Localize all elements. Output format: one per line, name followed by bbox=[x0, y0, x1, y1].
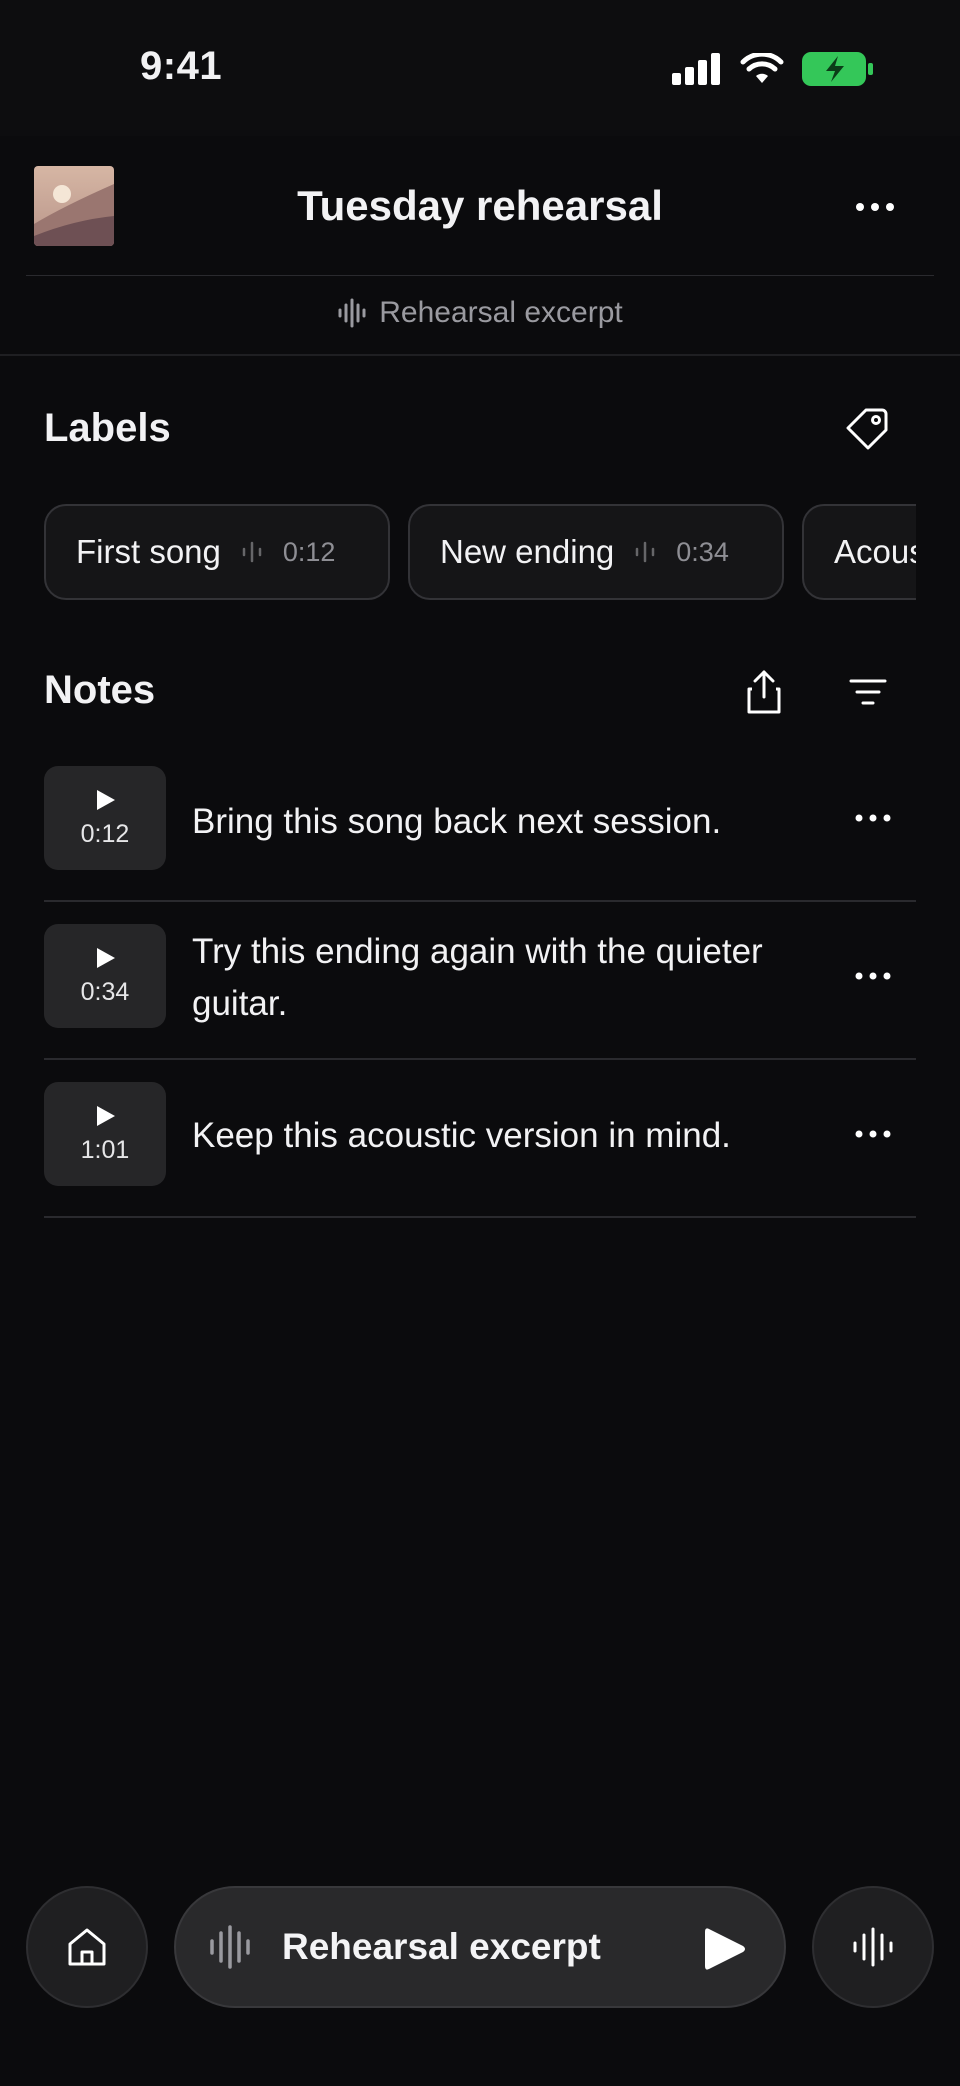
note-text: Keep this acoustic version in mind. bbox=[192, 1116, 731, 1155]
note-timestamp: 0:34 bbox=[80, 977, 130, 1006]
play-icon bbox=[705, 1928, 745, 1970]
more-icon bbox=[855, 972, 891, 980]
note-play-button[interactable]: 0:34 bbox=[44, 924, 166, 1028]
chip-label: Acous bbox=[834, 533, 916, 570]
waveform-icon bbox=[210, 1925, 250, 1969]
more-icon bbox=[855, 814, 891, 822]
note-timestamp: 1:01 bbox=[80, 1135, 130, 1164]
share-button[interactable] bbox=[736, 664, 792, 720]
note-timestamp: 0:12 bbox=[80, 819, 130, 848]
more-icon bbox=[856, 203, 894, 211]
battery-icon bbox=[802, 52, 873, 86]
share-icon bbox=[747, 670, 781, 714]
home-icon bbox=[68, 1928, 106, 1966]
status-bar: 9:41 bbox=[0, 0, 960, 136]
note-more-button[interactable] bbox=[848, 1114, 898, 1154]
chip-time: 0:12 bbox=[282, 536, 336, 567]
note-play-button[interactable]: 1:01 bbox=[44, 1082, 166, 1186]
more-options-button[interactable] bbox=[852, 192, 898, 222]
header-divider bbox=[26, 275, 934, 276]
status-icons bbox=[672, 52, 874, 86]
note-play-button[interactable]: 0:12 bbox=[44, 766, 166, 870]
waveform-icon bbox=[853, 1927, 893, 1967]
player-play-button[interactable] bbox=[700, 1924, 750, 1974]
wifi-icon bbox=[740, 53, 784, 83]
note-row[interactable]: 0:12 Bring this song back next session. bbox=[44, 744, 916, 902]
home-button[interactable] bbox=[26, 1886, 148, 2008]
labels-chip-list: First song 0:12 New ending 0:34 Acous bbox=[44, 504, 916, 600]
add-label-button[interactable] bbox=[840, 400, 896, 456]
more-icon bbox=[855, 1130, 891, 1138]
chip-label: New ending bbox=[440, 533, 615, 570]
record-button[interactable] bbox=[812, 1886, 934, 2008]
chip-label: First song bbox=[76, 533, 221, 570]
page-title: Tuesday rehearsal bbox=[297, 182, 663, 229]
signal-icon bbox=[672, 53, 720, 85]
note-text: Try this ending again with the quieter g… bbox=[192, 932, 763, 1023]
status-time: 9:41 bbox=[140, 44, 223, 88]
tag-icon bbox=[846, 408, 888, 450]
notes-heading: Notes bbox=[44, 668, 156, 712]
waveform-icon bbox=[338, 298, 366, 328]
label-chip[interactable]: First song 0:12 bbox=[44, 504, 390, 600]
play-icon bbox=[97, 947, 115, 968]
subtitle-text: Rehearsal excerpt bbox=[379, 296, 623, 329]
play-icon bbox=[97, 1105, 115, 1126]
note-text: Bring this song back next session. bbox=[192, 802, 722, 841]
labels-heading: Labels bbox=[44, 406, 171, 450]
waveform-icon bbox=[636, 541, 655, 563]
label-chip[interactable]: New ending 0:34 bbox=[408, 504, 784, 600]
header-bottom-divider bbox=[0, 354, 960, 356]
note-more-button[interactable] bbox=[848, 798, 898, 838]
note-more-button[interactable] bbox=[848, 956, 898, 996]
bottom-bar: Rehearsal excerpt bbox=[0, 1886, 960, 2010]
filter-icon bbox=[849, 679, 887, 705]
mini-player[interactable]: Rehearsal excerpt bbox=[174, 1886, 786, 2008]
header: Tuesday rehearsal Rehearsal excerpt bbox=[0, 136, 960, 356]
label-chip[interactable]: Acous bbox=[802, 504, 916, 600]
filter-button[interactable] bbox=[840, 664, 896, 720]
recording-subtitle: Rehearsal excerpt bbox=[0, 296, 960, 330]
chip-time: 0:34 bbox=[676, 536, 729, 567]
note-row[interactable]: 0:34 Try this ending again with the quie… bbox=[44, 902, 916, 1060]
play-icon bbox=[97, 789, 115, 810]
waveform-icon bbox=[242, 541, 262, 563]
note-row[interactable]: 1:01 Keep this acoustic version in mind. bbox=[44, 1060, 916, 1218]
player-title: Rehearsal excerpt bbox=[282, 1926, 601, 1967]
